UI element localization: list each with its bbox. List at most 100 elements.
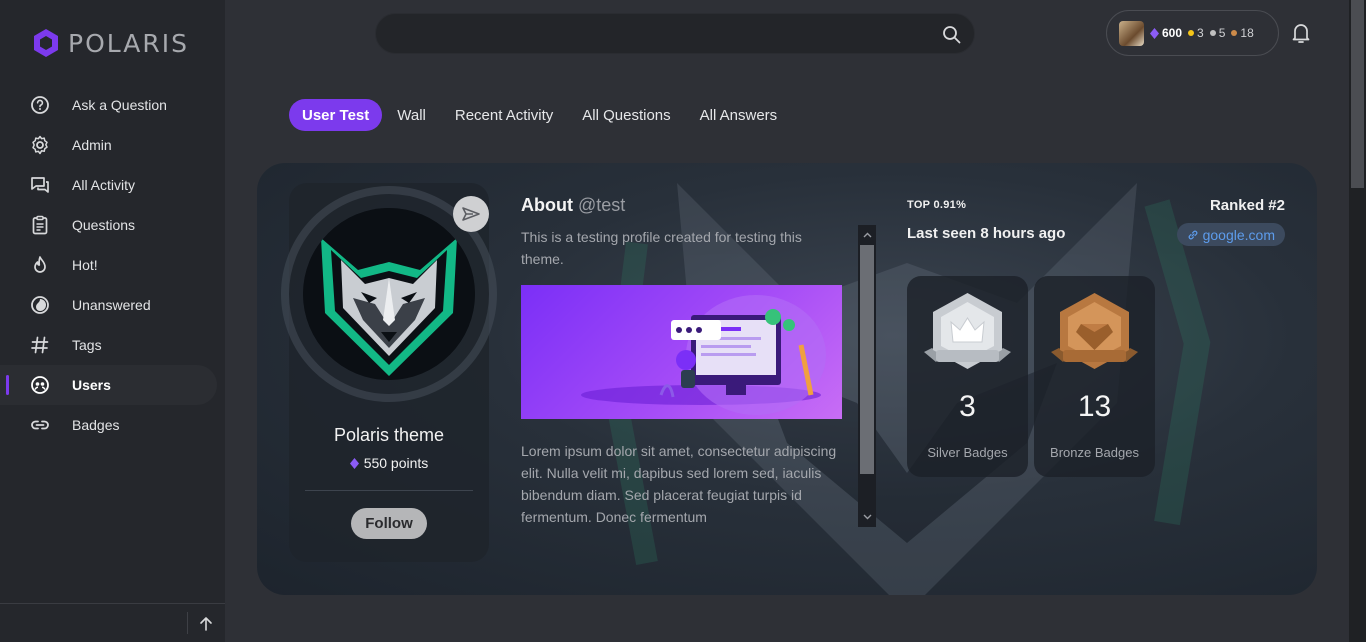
sidebar-item-tags[interactable]: Tags — [0, 325, 225, 365]
avatar — [303, 208, 475, 380]
silver-crown-badge-icon — [924, 293, 1011, 369]
sidebar-item-label: Tags — [72, 337, 102, 353]
sidebar-item-label: Ask a Question — [72, 97, 167, 113]
bronze-badge-count: 18 — [1231, 26, 1254, 40]
reputation-value: 600 — [1162, 26, 1183, 40]
sidebar-item-ask-a-question[interactable]: Ask a Question — [0, 85, 225, 125]
sidebar-item-all-activity[interactable]: All Activity — [0, 165, 225, 205]
chevron-up-icon — [863, 232, 871, 238]
scrollbar-thumb[interactable] — [860, 245, 874, 474]
profile-tabs: User Test Wall Recent Activity All Quest… — [289, 99, 792, 131]
sidebar: POLARIS Ask a Question Admin All Activit… — [0, 0, 225, 642]
user-name: Polaris theme — [333, 425, 445, 445]
send-icon — [462, 207, 480, 221]
profile-card: Polaris theme 550 points Follow About @t… — [257, 163, 1317, 595]
link-icon — [1188, 230, 1198, 239]
tab-user-test[interactable]: User Test — [289, 99, 383, 131]
scroll-down-button[interactable] — [858, 509, 876, 525]
follow-button[interactable]: Follow — [351, 508, 427, 539]
reputation: 600 — [1150, 26, 1182, 40]
sidebar-item-label: Hot! — [72, 257, 98, 273]
avatar — [1119, 20, 1144, 46]
sidebar-item-label: Unanswered — [72, 297, 151, 313]
silver-badge-label: Silver Badges — [927, 445, 1008, 460]
divider — [305, 490, 473, 491]
send-message-button[interactable] — [453, 196, 489, 232]
sidebar-item-label: Badges — [72, 417, 120, 433]
bronze-badge-count: 13 — [1077, 390, 1112, 423]
silver-badges-box[interactable]: 3 Silver Badges — [907, 276, 1028, 477]
chat-bubbles-icon — [30, 175, 50, 195]
user-menu[interactable]: 600 3 5 18 — [1106, 10, 1279, 56]
gear-icon — [30, 135, 50, 155]
points-value: 550 points — [363, 455, 429, 471]
flame-icon — [30, 255, 50, 275]
tab-all-questions[interactable]: All Questions — [568, 99, 684, 131]
sidebar-item-admin[interactable]: Admin — [0, 125, 225, 165]
gold-badge-count: 3 — [1188, 26, 1204, 40]
bronze-badges-box[interactable]: 13 Bronze Badges — [1034, 276, 1155, 477]
sidebar-item-users[interactable]: Users — [0, 365, 217, 405]
tab-wall[interactable]: Wall — [383, 99, 440, 131]
about-section: About @test This is a testing profile cr… — [521, 195, 876, 527]
tab-all-answers[interactable]: All Answers — [686, 99, 792, 131]
top-percent: TOP 0.91% — [907, 199, 967, 211]
hash-icon — [30, 335, 50, 355]
silver-badge-count: 5 — [1209, 26, 1226, 40]
user-card: Polaris theme 550 points Follow — [281, 183, 497, 562]
tab-recent-activity[interactable]: Recent Activity — [441, 99, 567, 131]
sidebar-item-label: Admin — [72, 137, 112, 153]
question-circle-icon — [30, 95, 50, 115]
about-text: This is a testing profile created for te… — [521, 229, 802, 267]
user-points: 550 points — [289, 455, 489, 471]
about-long-text: Lorem ipsum dolor sit amet, consectetur … — [521, 443, 837, 525]
users-icon — [30, 375, 50, 395]
website-text: google.com — [1202, 226, 1275, 243]
scrollbar-thumb[interactable] — [1351, 0, 1364, 188]
silver-count: 5 — [1218, 26, 1226, 40]
profile-banner-image — [521, 285, 842, 419]
sidebar-item-label: Users — [72, 377, 111, 393]
sidebar-item-label: All Activity — [72, 177, 136, 193]
bronze-dot-icon — [1231, 30, 1238, 36]
rank: Ranked #2 — [1209, 197, 1285, 214]
website-link[interactable]: google.com — [1176, 223, 1285, 246]
user-handle: @test — [578, 195, 626, 215]
gold-count: 3 — [1197, 26, 1204, 40]
divider — [187, 612, 188, 634]
bronze-gem-badge-icon — [1051, 293, 1138, 369]
about-title: About @test — [521, 195, 876, 216]
sidebar-item-unanswered[interactable]: Unanswered — [0, 285, 225, 325]
page-scrollbar[interactable] — [1349, 0, 1366, 642]
wolf-logo-image — [303, 208, 475, 380]
hexagon-logo-icon — [34, 29, 58, 57]
search-button[interactable] — [940, 23, 962, 45]
about-scrollbar[interactable] — [858, 225, 876, 527]
developer-illustration — [581, 295, 826, 415]
silver-dot-icon — [1209, 30, 1216, 36]
scroll-to-top-button[interactable] — [196, 614, 216, 634]
sidebar-item-badges[interactable]: Badges — [0, 405, 225, 445]
logo-text: POLARIS — [68, 28, 189, 58]
diamond-icon — [349, 457, 359, 469]
sidebar-item-hot[interactable]: Hot! — [0, 245, 225, 285]
diamond-icon — [1150, 27, 1159, 39]
bell-icon — [1292, 24, 1310, 43]
half-circle-icon — [30, 295, 50, 315]
arrow-up-icon — [200, 617, 212, 631]
search-input[interactable] — [396, 14, 936, 53]
scroll-up-button[interactable] — [858, 227, 876, 243]
silver-badge-count: 3 — [959, 390, 976, 423]
sidebar-footer — [0, 603, 225, 642]
sidebar-item-questions[interactable]: Questions — [0, 205, 225, 245]
notifications-button[interactable] — [1289, 21, 1313, 45]
bronze-badge-label: Bronze Badges — [1050, 445, 1139, 460]
bronze-count: 18 — [1240, 26, 1254, 40]
clipboard-icon — [30, 215, 50, 235]
search-bar — [375, 13, 975, 54]
chevron-down-icon — [863, 514, 871, 520]
search-icon — [942, 25, 960, 43]
sidebar-item-label: Questions — [72, 217, 136, 233]
logo[interactable]: POLARIS — [32, 28, 189, 58]
last-seen: Last seen 8 hours ago — [907, 225, 1066, 242]
